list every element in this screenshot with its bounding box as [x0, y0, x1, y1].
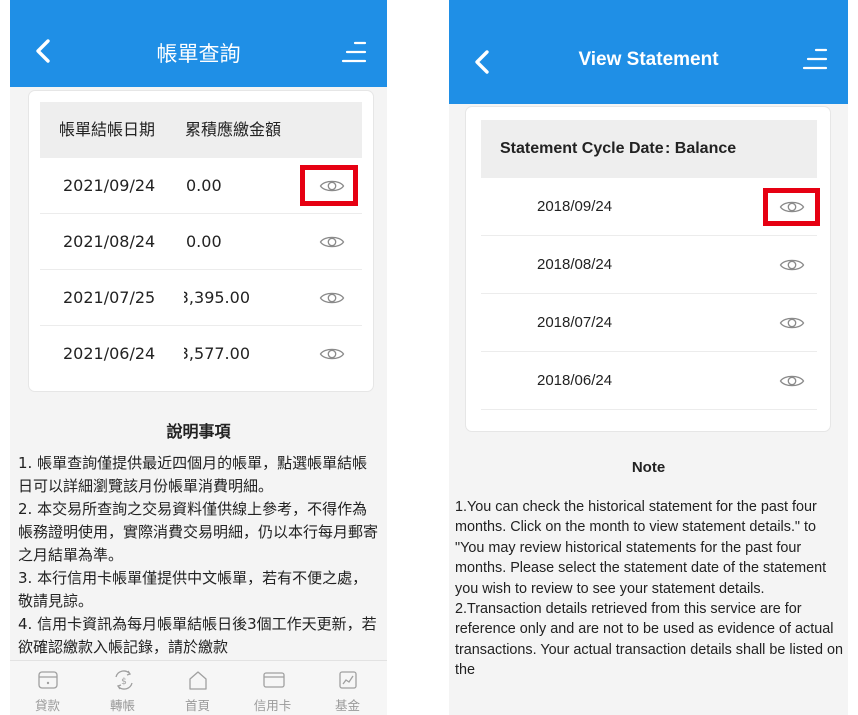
wallet-icon — [38, 671, 58, 689]
statement-date[interactable]: 2021/08/24 — [63, 214, 155, 270]
view-eye-icon[interactable] — [319, 234, 345, 250]
fund-chart-icon — [339, 671, 357, 689]
column-header-balance: : Balance — [665, 140, 737, 157]
note-title: Note — [631, 459, 666, 476]
note-item: 2.Transaction details retrieved from thi… — [455, 601, 843, 679]
transfer-icon: $ — [115, 670, 133, 690]
statement-screen-zh: 帳單查詢 帳單結帳日期 累積應繳金額 2021/09/24 0.00 2021/… — [10, 0, 387, 715]
home-icon — [189, 671, 207, 690]
menu-icon[interactable] — [802, 47, 832, 71]
table-row[interactable]: 2021/06/24 3,577.00 — [40, 326, 362, 382]
column-header-date: 帳單結帳日期 — [59, 120, 156, 139]
tab-label: 轉帳 — [109, 698, 135, 713]
note-item: 4. 信用卡資訊為每月帳單結帳日後3個工作天更新，若欲確認繳款入帳記錄，請於繳款 — [18, 615, 377, 656]
statement-amount: 3,395.00 — [184, 288, 250, 307]
tab-credit-card[interactable]: 信用卡 — [235, 661, 310, 715]
column-header-date: Statement Cycle Date — [500, 140, 664, 157]
view-eye-icon[interactable] — [779, 373, 805, 389]
table-row[interactable]: 2018/09/24 — [481, 178, 820, 236]
app-header: 帳單查詢 — [10, 0, 387, 87]
view-eye-icon[interactable] — [779, 315, 805, 331]
credit-card-icon — [263, 672, 285, 688]
view-eye-icon[interactable] — [319, 290, 345, 306]
statement-date[interactable]: 2021/09/24 — [63, 158, 155, 214]
statement-date[interactable]: 2021/07/25 — [63, 270, 155, 326]
statement-amount: 0.00 — [186, 176, 222, 195]
tab-fund[interactable]: 基金 — [310, 661, 385, 715]
menu-icon[interactable] — [341, 40, 371, 64]
table-row[interactable]: 2021/07/25 3,395.00 — [40, 270, 362, 326]
note-item: 3. 本行信用卡帳單僅提供中文帳單，若有不便之處，敬請見諒。 — [18, 569, 368, 610]
statement-table: Statement Cycle Date : Balance 2018/09/2… — [465, 106, 831, 432]
table-row[interactable]: 2018/06/24 — [481, 352, 817, 410]
table-row[interactable]: 2021/08/24 0.00 — [40, 214, 362, 270]
tab-label: 首頁 — [184, 698, 210, 713]
statement-date[interactable]: 2018/06/24 — [537, 352, 612, 410]
note-list: 1.You can check the historical statement… — [455, 497, 845, 715]
app-header: View Statement — [449, 0, 848, 104]
table-header: 帳單結帳日期 累積應繳金額 — [40, 102, 362, 158]
table-header: Statement Cycle Date : Balance — [481, 120, 817, 178]
tab-transfer[interactable]: $ 轉帳 — [85, 661, 160, 715]
table-row[interactable]: 2018/07/24 — [481, 294, 817, 352]
tab-label: 信用卡 — [253, 698, 292, 713]
tab-label: 基金 — [334, 698, 360, 713]
statement-date[interactable]: 2021/06/24 — [63, 326, 155, 382]
statement-amount: 0.00 — [186, 232, 222, 251]
page-title: 帳單查詢 — [156, 42, 241, 66]
table-row[interactable]: 2021/09/24 0.00 — [40, 158, 362, 214]
note-item: 1.You can check the historical statement… — [455, 499, 827, 597]
statement-table: 帳單結帳日期 累積應繳金額 2021/09/24 0.00 2021/08/24… — [28, 90, 374, 392]
tab-loan[interactable]: 貸款 — [10, 661, 85, 715]
statement-date[interactable]: 2018/09/24 — [537, 178, 612, 236]
note-item: 2. 本交易所查詢之交易資料僅供線上參考，不得作為帳務證明使用，實際消費交易明細… — [18, 500, 379, 564]
note-item: 1. 帳單查詢僅提供最近四個月的帳單，點選帳單結帳日可以詳細瀏覽該月份帳單消費明… — [18, 454, 368, 495]
bottom-tab-bar: 貸款 $ 轉帳 首頁 信用卡 基金 — [10, 660, 387, 715]
statement-screen-en: View Statement Statement Cycle Date : Ba… — [449, 0, 848, 715]
note-title: 說明事項 — [166, 422, 231, 441]
highlight-box — [300, 165, 358, 206]
statement-date[interactable]: 2018/07/24 — [537, 294, 612, 352]
statement-date[interactable]: 2018/08/24 — [537, 236, 612, 294]
view-eye-icon[interactable] — [319, 346, 345, 362]
tab-label: 貸款 — [34, 698, 60, 713]
column-header-amount: 累積應繳金額 — [185, 120, 282, 139]
view-eye-icon[interactable] — [779, 257, 805, 273]
statement-amount: 3,577.00 — [184, 344, 250, 363]
page-title: View Statement — [578, 49, 719, 70]
note-list: 1. 帳單查詢僅提供最近四個月的帳單，點選帳單結帳日可以詳細瀏覽該月份帳單消費明… — [18, 452, 380, 664]
svg-text:$: $ — [121, 677, 127, 687]
table-row[interactable]: 2018/08/24 — [481, 236, 817, 294]
tab-home[interactable]: 首頁 — [160, 661, 235, 715]
highlight-box — [763, 188, 820, 226]
